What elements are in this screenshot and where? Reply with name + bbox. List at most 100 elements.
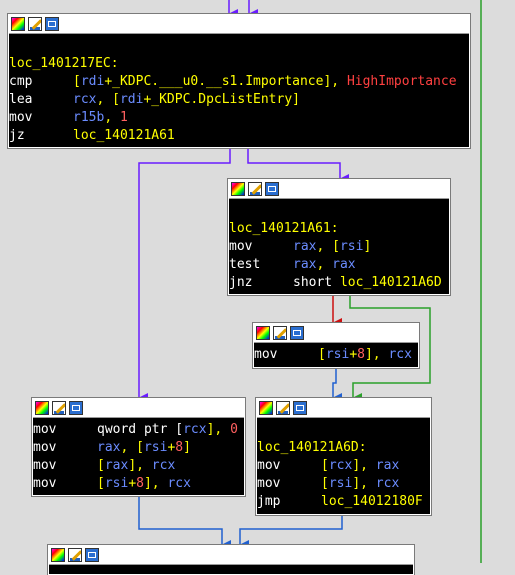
block-next[interactable]: [47, 544, 415, 575]
mnemonic: jz: [9, 128, 25, 143]
block-loc-140121A6D[interactable]: loc_140121A6D: mov[rcx], rax mov[rsi], rcx…: [255, 397, 432, 516]
mnemonic: mov: [9, 110, 33, 125]
mnemonic: mov: [33, 458, 57, 473]
block-mov-rsi-8[interactable]: mov [rsi +8], rcx: [252, 322, 420, 369]
block-code: mov qword ptr [rcx], 0 mov rax, [rsi +8] mov[…: [33, 418, 244, 493]
block-code: loc_140121A61: mov rax, [rsi] test rax, rax j…: [229, 199, 449, 292]
register-operand: rcx: [183, 422, 207, 437]
color-palette-icon[interactable]: [231, 182, 245, 196]
mnemonic: mov: [257, 458, 281, 473]
instruction-line[interactable]: mov r15b, 1: [9, 109, 469, 127]
edge-n4-n5: [239, 515, 343, 550]
block-loc-1401217EC[interactable]: loc_1401217EC: cmp[rdi +_KDPC.___u0.__s1.I…: [7, 13, 471, 149]
operand: , [: [96, 92, 120, 107]
register-operand: rsi: [339, 239, 364, 254]
graph-view-icon[interactable]: [85, 548, 99, 562]
operand: short: [293, 275, 340, 290]
operand: +_KDPC.DpcListEntry]: [143, 92, 300, 107]
rename-icon[interactable]: [248, 182, 262, 196]
mnemonic: mov: [229, 239, 253, 254]
instruction-line[interactable]: mov qword ptr [rcx], 0: [33, 421, 244, 439]
instruction-line[interactable]: mov rax, [rsi +8]: [33, 439, 244, 457]
operand: ],: [364, 347, 389, 362]
edge-n3-n5: [138, 496, 231, 550]
instruction-line[interactable]: lea rcx, [rdi +_KDPC.DpcListEntry]: [9, 91, 469, 109]
register-operand: rax: [332, 257, 356, 272]
rename-icon[interactable]: [273, 326, 287, 340]
register-operand: rcx: [151, 458, 176, 473]
mnemonic: mov: [257, 476, 281, 491]
register-operand: rax: [293, 257, 317, 272]
graph-view-icon[interactable]: [293, 401, 307, 415]
operand: , [: [120, 440, 144, 455]
register-operand: rdi: [119, 92, 144, 107]
register-operand: rsi: [328, 476, 353, 491]
graph-view-icon[interactable]: [290, 326, 304, 340]
rename-icon[interactable]: [28, 17, 42, 31]
mnemonic: jnz: [229, 275, 253, 290]
register-operand: rcx: [167, 476, 191, 491]
register-operand: rax: [104, 458, 129, 473]
graph-view-icon[interactable]: [69, 401, 83, 415]
operand: ],: [352, 458, 376, 473]
color-palette-icon[interactable]: [11, 17, 25, 31]
instruction-line[interactable]: jmp loc_14012180F: [257, 493, 430, 511]
block-code: mov [rsi +8], rcx: [254, 343, 418, 364]
operand: ,: [104, 110, 120, 125]
instruction-line[interactable]: mov [rsi], rcx: [257, 475, 430, 493]
register-operand: rcx: [388, 347, 412, 362]
instruction-line[interactable]: mov [rax], rcx: [33, 457, 244, 475]
block-header: [254, 324, 418, 343]
instruction-line[interactable]: mov [rcx], rax: [257, 457, 430, 475]
instruction-line[interactable]: cmp [rdi +_KDPC.___u0.__s1.Importance], Hi…: [9, 73, 469, 91]
block-code: loc_1401217EC: cmp[rdi +_KDPC.___u0.__s1.I…: [9, 34, 469, 145]
graph-view-icon[interactable]: [265, 182, 279, 196]
rename-icon[interactable]: [68, 548, 82, 562]
operand: ,: [316, 257, 333, 272]
block-label[interactable]: loc_1401217EC:: [9, 55, 469, 73]
operand: ]: [183, 440, 191, 455]
color-palette-icon[interactable]: [259, 401, 273, 415]
mnemonic: jmp: [257, 494, 281, 509]
rename-icon[interactable]: [276, 401, 290, 415]
register-operand: rdi: [80, 74, 105, 89]
constant-operand: 8: [357, 347, 365, 362]
block-loc-140121A61[interactable]: loc_140121A61: mov rax, [rsi] test rax, rax j…: [227, 178, 451, 296]
register-operand: rsi: [104, 476, 129, 491]
operand: ],: [352, 476, 376, 491]
block-label[interactable]: loc_140121A61:: [229, 220, 449, 238]
register-operand: rax: [97, 440, 121, 455]
register-operand: rcx: [375, 476, 400, 491]
constant-operand: 8: [175, 440, 184, 455]
operand: ],: [143, 476, 168, 491]
instruction-line[interactable]: test rax, rax: [229, 256, 449, 274]
operand: +: [349, 347, 358, 362]
operand: [: [321, 458, 329, 473]
instruction-line[interactable]: mov [rsi +8], rcx: [33, 475, 244, 493]
register-operand: rcx: [328, 458, 353, 473]
block-code: loc_140121A6D: mov[rcx], rax mov[rsi], rcx…: [257, 418, 430, 511]
color-palette-icon[interactable]: [35, 401, 49, 415]
mnemonic: lea: [9, 92, 33, 107]
instruction-line[interactable]: mov [rsi +8], rcx: [254, 346, 418, 364]
operand: ],: [206, 422, 231, 437]
block-clear-entry[interactable]: mov qword ptr [rcx], 0 mov rax, [rsi +8] mov[…: [31, 397, 246, 497]
constant-operand: 1: [119, 110, 128, 125]
graph-view-icon[interactable]: [45, 17, 59, 31]
instruction-line[interactable]: jnz short loc_140121A6D: [229, 274, 449, 292]
color-palette-icon[interactable]: [51, 548, 65, 562]
instruction-line[interactable]: jz loc_140121A61: [9, 127, 469, 145]
color-palette-icon[interactable]: [256, 326, 270, 340]
register-operand: r15b: [73, 110, 105, 125]
block-label[interactable]: loc_140121A6D:: [257, 439, 430, 457]
mnemonic: test: [229, 257, 261, 272]
rename-icon[interactable]: [52, 401, 66, 415]
operand: qword ptr [: [97, 422, 184, 437]
edge-n0-n1: [247, 148, 349, 184]
instruction-line[interactable]: mov rax, [rsi]: [229, 238, 449, 256]
operand: [: [97, 476, 105, 491]
operand: loc_140121A6D: [339, 275, 442, 290]
mnemonic: mov: [254, 347, 278, 362]
